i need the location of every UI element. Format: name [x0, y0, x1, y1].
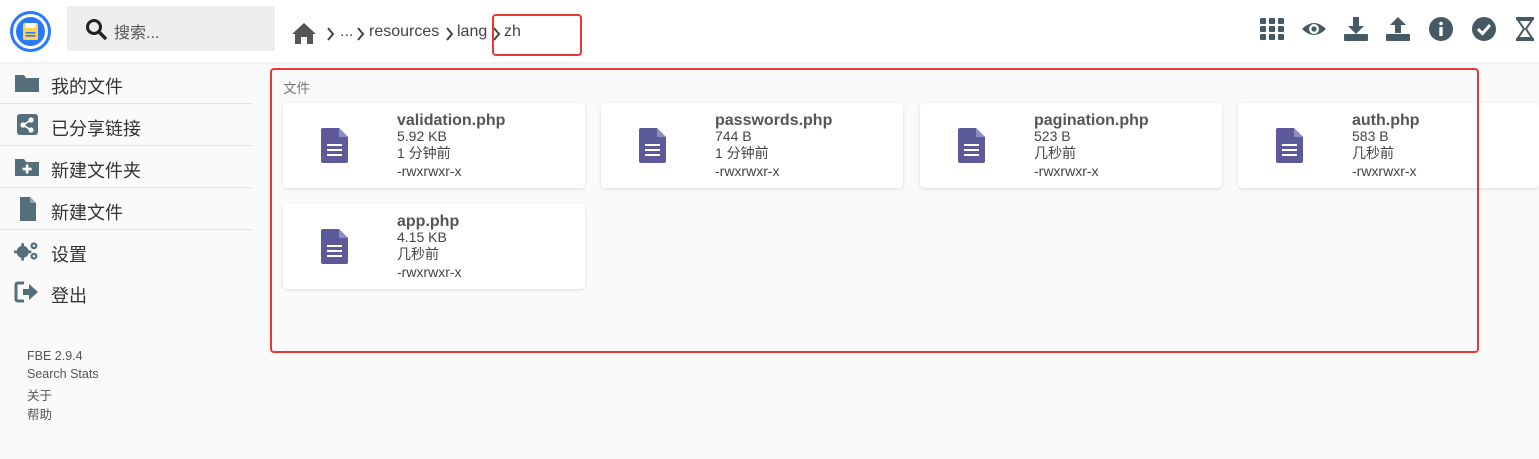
upload-icon[interactable] [1385, 16, 1411, 42]
search-box[interactable]: 搜索... [67, 6, 275, 51]
chevron-right-icon [357, 27, 365, 41]
chevron-right-icon [327, 27, 335, 41]
grid-view-icon[interactable] [1259, 16, 1285, 42]
sidebar-item-new-folder[interactable]: 新建文件夹 [0, 146, 252, 188]
new-folder-icon [15, 159, 39, 176]
eye-icon[interactable] [1301, 16, 1327, 42]
breadcrumb-resources[interactable]: resources [369, 23, 439, 41]
sidebar-item-label: 我的文件 [51, 77, 123, 97]
highlight-box [492, 14, 582, 56]
gears-icon [14, 242, 38, 261]
help-link[interactable]: 帮助 [27, 404, 52, 423]
download-icon[interactable] [1343, 16, 1369, 42]
home-icon[interactable] [291, 21, 317, 45]
info-icon[interactable] [1428, 16, 1454, 42]
version-label: FBE 2.9.4 [27, 349, 83, 363]
share-icon [17, 114, 38, 135]
new-file-icon [20, 197, 36, 221]
logout-icon [14, 281, 38, 303]
about-link[interactable]: 关于 [27, 385, 52, 404]
search-stats-link[interactable]: Search Stats [27, 367, 99, 381]
hourglass-icon[interactable] [1515, 16, 1535, 42]
sidebar-item-settings[interactable]: 设置 [0, 230, 252, 272]
breadcrumb-ellipsis[interactable]: ... [340, 23, 353, 41]
sidebar-item-label: 新建文件 [51, 203, 123, 223]
highlight-box [270, 68, 1479, 353]
breadcrumb-lang[interactable]: lang [457, 23, 487, 41]
check-circle-icon[interactable] [1471, 16, 1497, 42]
sidebar-item-shared-links[interactable]: 已分享链接 [0, 104, 252, 146]
top-bar: 搜索... ... resources lang zh [0, 0, 1539, 62]
sidebar-item-label: 新建文件夹 [51, 161, 141, 181]
sidebar-item-label: 设置 [51, 245, 87, 265]
sidebar-item-my-files[interactable]: 我的文件 [0, 62, 252, 104]
chevron-right-icon [446, 27, 454, 41]
sidebar-item-label: 登出 [51, 286, 87, 306]
folder-icon [15, 75, 39, 92]
sidebar-item-new-file[interactable]: 新建文件 [0, 188, 252, 230]
app-logo-icon[interactable] [10, 11, 51, 52]
sidebar-item-label: 已分享链接 [51, 119, 141, 139]
search-icon [86, 19, 107, 40]
search-placeholder: 搜索... [114, 25, 160, 42]
sidebar-item-logout[interactable]: 登出 [0, 271, 252, 313]
